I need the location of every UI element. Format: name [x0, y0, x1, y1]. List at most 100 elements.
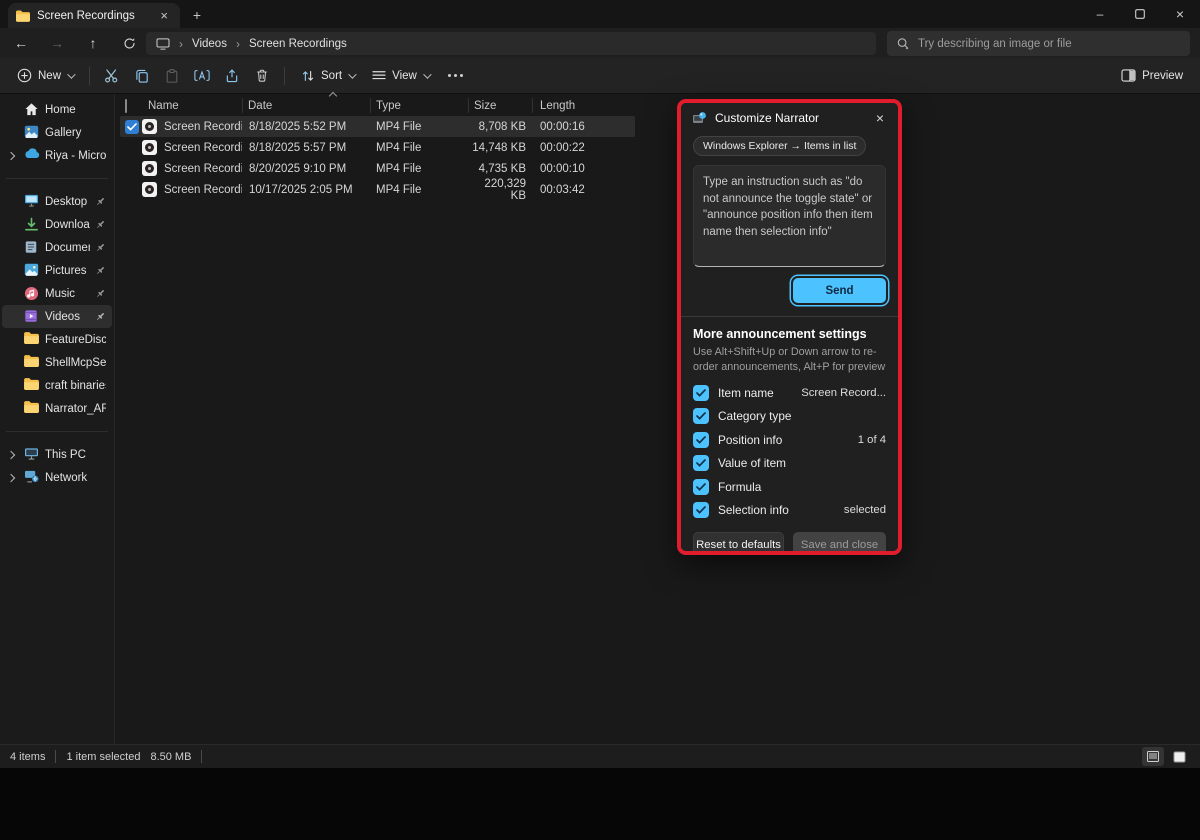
- sidebar-item-network[interactable]: Network: [2, 466, 112, 489]
- breadcrumb[interactable]: › Videos › Screen Recordings: [146, 32, 876, 55]
- up-button[interactable]: ↑: [78, 31, 108, 55]
- chevron-right-icon[interactable]: [7, 474, 15, 482]
- sidebar-item-craft-binaries[interactable]: craft binaries: [2, 374, 112, 397]
- checkbox-checked[interactable]: [693, 385, 709, 401]
- sidebar-item-pictures[interactable]: Pictures: [2, 259, 112, 282]
- selection-count: 1 item selected: [66, 751, 140, 763]
- chevron-right-icon[interactable]: [7, 152, 15, 160]
- view-button[interactable]: View: [363, 63, 438, 89]
- column-divider[interactable]: [242, 98, 243, 113]
- file-name: Screen Recording 20...: [164, 163, 242, 175]
- setting-value-of-item[interactable]: Value of item: [693, 452, 886, 476]
- item-count: 4 items: [10, 751, 45, 763]
- sidebar-item-desktop[interactable]: Desktop: [2, 190, 112, 213]
- select-all-checkbox[interactable]: [125, 99, 127, 113]
- setting-value: selected: [844, 504, 886, 516]
- cut-button[interactable]: [97, 63, 127, 89]
- setting-item-name[interactable]: Item name Screen Record...: [693, 381, 886, 405]
- sidebar-item-music[interactable]: Music: [2, 282, 112, 305]
- column-header-type[interactable]: Type: [370, 100, 468, 112]
- sort-button[interactable]: Sort: [292, 63, 363, 89]
- column-divider[interactable]: [468, 98, 469, 113]
- preview-button[interactable]: Preview: [1112, 63, 1192, 89]
- column-header-name[interactable]: Name: [142, 100, 242, 112]
- setting-category-type[interactable]: Category type: [693, 405, 886, 429]
- more-options-button[interactable]: [438, 74, 473, 77]
- checkbox-checked[interactable]: [693, 455, 709, 471]
- sidebar-item-gallery[interactable]: Gallery: [2, 121, 112, 144]
- sidebar-item-downloads[interactable]: Downloads: [2, 213, 112, 236]
- setting-value: 1 of 4: [858, 434, 886, 446]
- row-checkbox-checked[interactable]: [125, 120, 139, 134]
- thumbnail-view-button[interactable]: [1168, 747, 1190, 766]
- file-date: 8/20/2025 9:10 PM: [242, 163, 370, 175]
- folder-icon: [24, 355, 40, 371]
- sidebar-item-documents[interactable]: Documents: [2, 236, 112, 259]
- save-and-close-button[interactable]: Save and close: [793, 532, 886, 551]
- sidebar-item-this-pc[interactable]: This PC: [2, 443, 112, 466]
- column-header-date[interactable]: Date: [242, 100, 370, 112]
- chevron-down-icon: [423, 70, 431, 78]
- send-button[interactable]: Send: [793, 278, 886, 303]
- checkbox-checked[interactable]: [693, 479, 709, 495]
- sidebar-divider: [6, 178, 108, 179]
- tab-screen-recordings[interactable]: Screen Recordings ×: [8, 3, 180, 28]
- forward-button[interactable]: →: [42, 31, 72, 55]
- delete-button[interactable]: [247, 63, 277, 89]
- dialog-close-icon[interactable]: ×: [872, 110, 888, 126]
- refresh-button[interactable]: [114, 31, 144, 55]
- paste-button[interactable]: [157, 63, 187, 89]
- context-pill: Windows Explorer → Items in list: [693, 136, 866, 156]
- checkbox-checked[interactable]: [693, 502, 709, 518]
- checkbox-checked[interactable]: [693, 408, 709, 424]
- details-view-button[interactable]: [1142, 747, 1164, 766]
- minimize-button[interactable]: –: [1080, 0, 1120, 28]
- copy-button[interactable]: [127, 63, 157, 89]
- setting-selection-info[interactable]: Selection info selected: [693, 499, 886, 523]
- file-row-2[interactable]: Screen Recording 20... 8/18/2025 5:57 PM…: [120, 137, 635, 158]
- breadcrumb-screen-recordings[interactable]: Screen Recordings: [249, 38, 347, 50]
- breadcrumb-videos[interactable]: Videos: [192, 38, 227, 50]
- sidebar-item-shellmcpservers[interactable]: ShellMcpServers: [2, 351, 112, 374]
- file-size: 220,329 KB: [468, 178, 530, 202]
- file-row-3[interactable]: Screen Recording 20... 8/20/2025 9:10 PM…: [120, 158, 635, 179]
- share-button[interactable]: [217, 63, 247, 89]
- setting-position-info[interactable]: Position info 1 of 4: [693, 428, 886, 452]
- reset-to-defaults-button[interactable]: Reset to defaults: [693, 532, 784, 551]
- new-button[interactable]: New: [8, 63, 82, 89]
- pin-icon: [95, 288, 106, 299]
- sidebar-item-videos[interactable]: Videos: [2, 305, 112, 328]
- sidebar-item-narrator-arm[interactable]: Narrator_ARM_281: [2, 397, 112, 420]
- rename-button[interactable]: [187, 63, 217, 89]
- close-button[interactable]: ×: [1160, 0, 1200, 28]
- narrator-app-icon: [691, 111, 707, 125]
- titlebar: Screen Recordings × + – ×: [0, 0, 1200, 28]
- file-date: 8/18/2025 5:52 PM: [242, 121, 370, 133]
- folder-icon: [24, 332, 40, 348]
- new-tab-button[interactable]: +: [188, 6, 206, 24]
- instruction-input[interactable]: [693, 165, 886, 267]
- breadcrumb-chevron-icon: ›: [236, 37, 240, 51]
- sidebar-item-featurediscoverability[interactable]: FeatureDiscoverabil: [2, 328, 112, 351]
- narrator-dialog-highlight: Customize Narrator × Windows Explorer → …: [677, 99, 902, 555]
- explorer-window: Screen Recordings × + – × ← → ↑ › Video: [0, 0, 1200, 768]
- search-input[interactable]: [918, 38, 1181, 50]
- file-row-4[interactable]: Screen Recording 20... 10/17/2025 2:05 P…: [120, 179, 635, 200]
- sidebar-item-onedrive[interactable]: Riya - Microsoft: [2, 144, 112, 167]
- column-divider[interactable]: [370, 98, 371, 113]
- file-length: 00:00:16: [530, 121, 635, 133]
- checkbox-checked[interactable]: [693, 432, 709, 448]
- sidebar-item-home[interactable]: Home: [2, 98, 112, 121]
- maximize-button[interactable]: [1120, 0, 1160, 28]
- file-date: 8/18/2025 5:57 PM: [242, 142, 370, 154]
- column-divider[interactable]: [532, 98, 533, 113]
- status-divider: [201, 750, 202, 763]
- setting-formula[interactable]: Formula: [693, 475, 886, 499]
- column-header-length[interactable]: Length: [530, 100, 635, 112]
- tab-close-icon[interactable]: ×: [156, 8, 172, 23]
- column-header-size[interactable]: Size: [468, 100, 530, 112]
- back-button[interactable]: ←: [6, 31, 36, 55]
- chevron-right-icon[interactable]: [7, 451, 15, 459]
- search-box[interactable]: [887, 31, 1190, 56]
- file-row-1[interactable]: Screen Recording 20... 8/18/2025 5:52 PM…: [120, 116, 635, 137]
